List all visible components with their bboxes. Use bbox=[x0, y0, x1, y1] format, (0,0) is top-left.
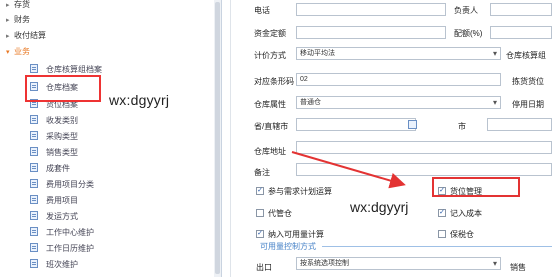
annotation-arrow bbox=[291, 151, 520, 197]
